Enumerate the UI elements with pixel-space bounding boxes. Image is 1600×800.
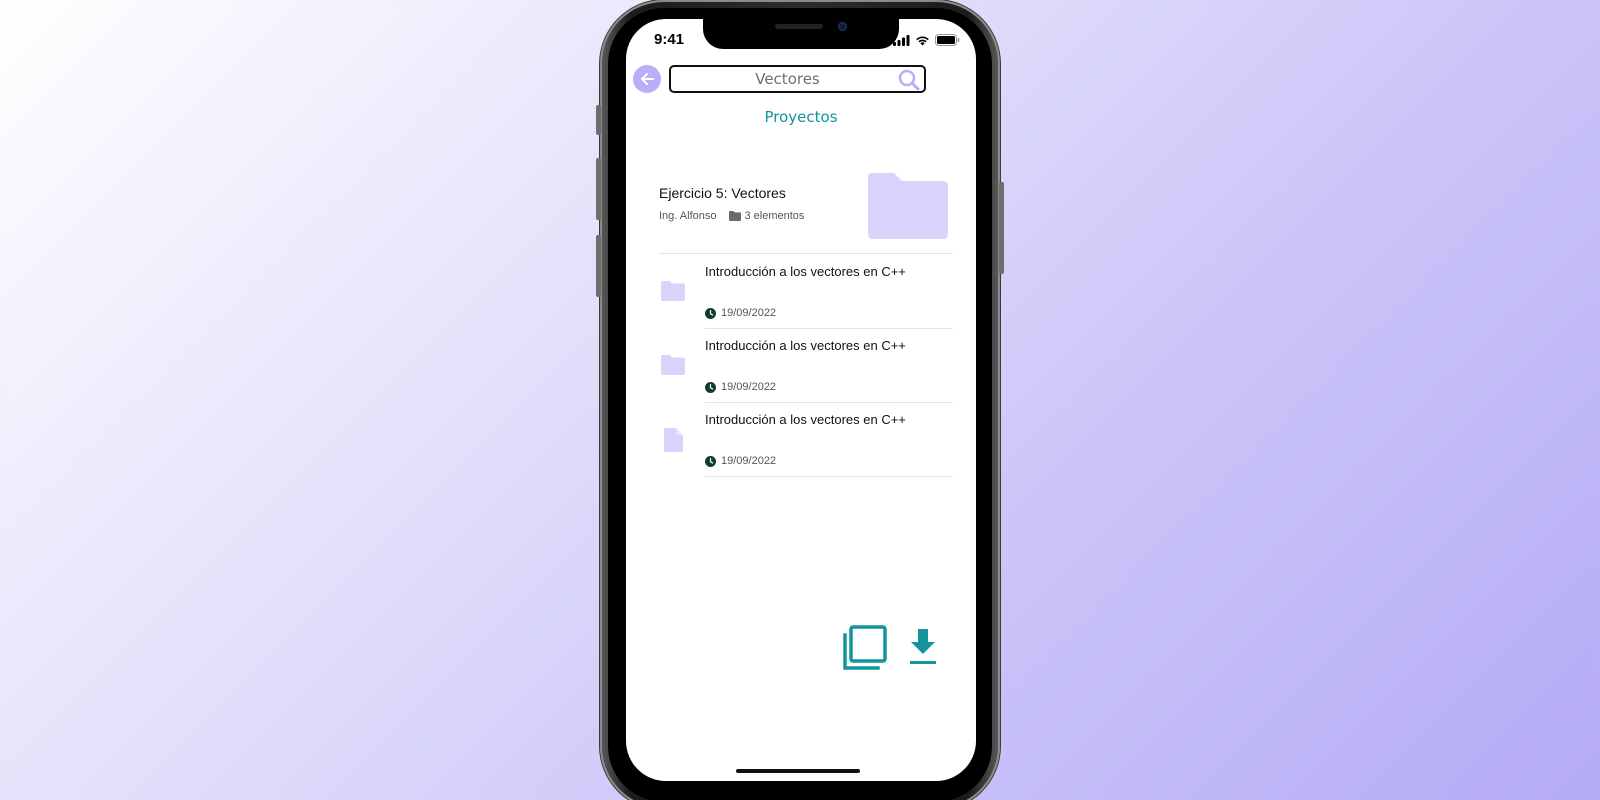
- speaker: [775, 24, 823, 29]
- status-time: 9:41: [654, 31, 685, 48]
- clock-icon: [705, 455, 716, 467]
- project-count: 3 elementos: [744, 210, 805, 222]
- home-indicator[interactable]: [736, 769, 860, 773]
- list-item[interactable]: Introducción a los vectores en C++ 19/09…: [659, 403, 953, 477]
- item-date-text: 19/09/2022: [721, 455, 777, 467]
- list-item[interactable]: Introducción a los vectores en C++ 19/09…: [659, 329, 953, 403]
- divider: [659, 253, 953, 254]
- project-meta: Ing. Alfonso 3 elementos: [659, 210, 804, 222]
- mute-switch: [596, 105, 601, 135]
- copy-icon[interactable]: [842, 625, 888, 671]
- search-input[interactable]: [671, 67, 924, 91]
- item-title: Introducción a los vectores en C++: [705, 338, 906, 353]
- folder-icon: [661, 281, 685, 301]
- signal-icon: [893, 34, 910, 46]
- clock-icon: [705, 307, 716, 319]
- item-title: Introducción a los vectores en C++: [705, 412, 906, 427]
- camera: [838, 22, 847, 31]
- item-date-text: 19/09/2022: [721, 307, 777, 319]
- app-screen: 9:41 Vectores Proyectos Ejercicio 5: Vec…: [626, 19, 976, 781]
- battery-icon: [935, 34, 960, 46]
- arrow-left-icon: [641, 73, 654, 85]
- project-title[interactable]: Ejercicio 5: Vectores: [659, 185, 786, 201]
- search-box[interactable]: [669, 65, 926, 93]
- folder-icon: [728, 211, 741, 221]
- folder-icon: [661, 355, 685, 375]
- project-author: Ing. Alfonso: [659, 210, 717, 222]
- phone-frame: 9:41 Vectores Proyectos Ejercicio 5: Vec…: [596, 0, 1004, 800]
- power-button: [999, 182, 1004, 274]
- item-date: 19/09/2022: [705, 307, 776, 319]
- item-date: 19/09/2022: [705, 455, 776, 467]
- search-icon[interactable]: [898, 69, 920, 91]
- item-date: 19/09/2022: [705, 381, 776, 393]
- volume-down-button: [596, 235, 601, 297]
- list-item[interactable]: Introducción a los vectores en C++ 19/09…: [659, 255, 953, 329]
- project-folder-icon[interactable]: [868, 173, 948, 239]
- download-icon[interactable]: [908, 629, 938, 667]
- volume-up-button: [596, 158, 601, 220]
- notch: [703, 19, 899, 49]
- file-icon: [664, 428, 683, 452]
- section-title: Proyectos: [764, 108, 838, 126]
- divider: [705, 476, 953, 477]
- clock-icon: [705, 381, 716, 393]
- back-button[interactable]: [633, 65, 661, 93]
- status-icons: [893, 34, 960, 46]
- item-title: Introducción a los vectores en C++: [705, 264, 906, 279]
- wifi-icon: [916, 36, 929, 45]
- item-date-text: 19/09/2022: [721, 381, 777, 393]
